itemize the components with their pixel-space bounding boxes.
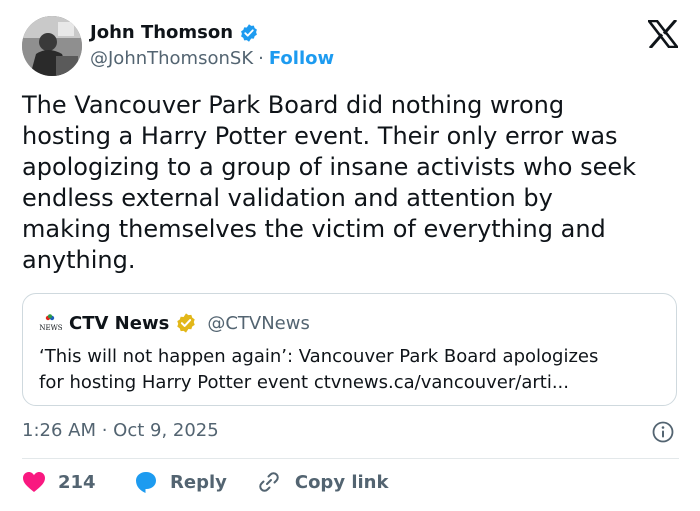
quoted-text-line: ‘This will not happen again’: Vancouver …	[39, 346, 599, 367]
author-name-row: John Thomson	[90, 22, 259, 43]
author-handle[interactable]: @JohnThomsonSK	[90, 48, 253, 69]
quoted-display-name: CTV News	[69, 312, 170, 334]
tweet-text-line: apologizing to a group of insane activis…	[22, 153, 637, 181]
like-button[interactable]: 214	[22, 471, 100, 493]
author-display-name[interactable]: John Thomson	[90, 22, 233, 43]
info-icon[interactable]	[651, 420, 675, 444]
author-avatar[interactable]	[22, 16, 82, 76]
tweet-text: The Vancouver Park Board did nothing wro…	[22, 90, 682, 276]
handle-separator: ·	[258, 48, 264, 69]
copy-link-label: Copy link	[294, 471, 389, 493]
quoted-tweet-header: NEWS CTV News @CTVNews	[39, 312, 310, 334]
tweet-text-line: making themselves the victim of everythi…	[22, 215, 606, 243]
heart-icon	[23, 472, 45, 492]
reply-button[interactable]: Reply	[134, 470, 227, 494]
action-bar: 214 Reply Copy link	[22, 470, 388, 494]
author-handle-row: @JohnThomsonSK · Follow	[90, 48, 334, 69]
ctv-news-logo: NEWS	[39, 314, 63, 332]
reply-bubble-icon	[136, 472, 156, 493]
divider	[22, 458, 679, 459]
quoted-tweet-card[interactable]: NEWS CTV News @CTVNews ‘This will not ha…	[22, 293, 677, 406]
copy-link-button[interactable]: Copy link	[257, 470, 389, 494]
gold-verified-badge-icon	[177, 313, 196, 333]
tweet-timestamp[interactable]: 1:26 AM · Oct 9, 2025	[22, 420, 219, 441]
quoted-handle: @CTVNews	[207, 312, 310, 334]
avatar-photo	[22, 16, 82, 76]
tweet-text-line: The Vancouver Park Board did nothing wro…	[22, 91, 565, 119]
tweet-text-line: hosting a Harry Potter event. Their only…	[22, 122, 618, 150]
verified-badge-icon	[241, 23, 257, 42]
link-icon	[259, 472, 279, 492]
ctv-logo-text: NEWS	[39, 324, 62, 332]
tweet-text-line: endless external validation and attentio…	[22, 184, 553, 212]
follow-button[interactable]: Follow	[269, 48, 334, 69]
tweet-text-line: anything.	[22, 246, 136, 274]
quoted-tweet-text: ‘This will not happen again’: Vancouver …	[39, 344, 664, 396]
reply-label: Reply	[170, 471, 227, 493]
x-logo-icon[interactable]	[648, 20, 678, 48]
like-count: 214	[58, 471, 96, 493]
quoted-text-line: for hosting Harry Potter event ctvnews.c…	[39, 372, 569, 393]
